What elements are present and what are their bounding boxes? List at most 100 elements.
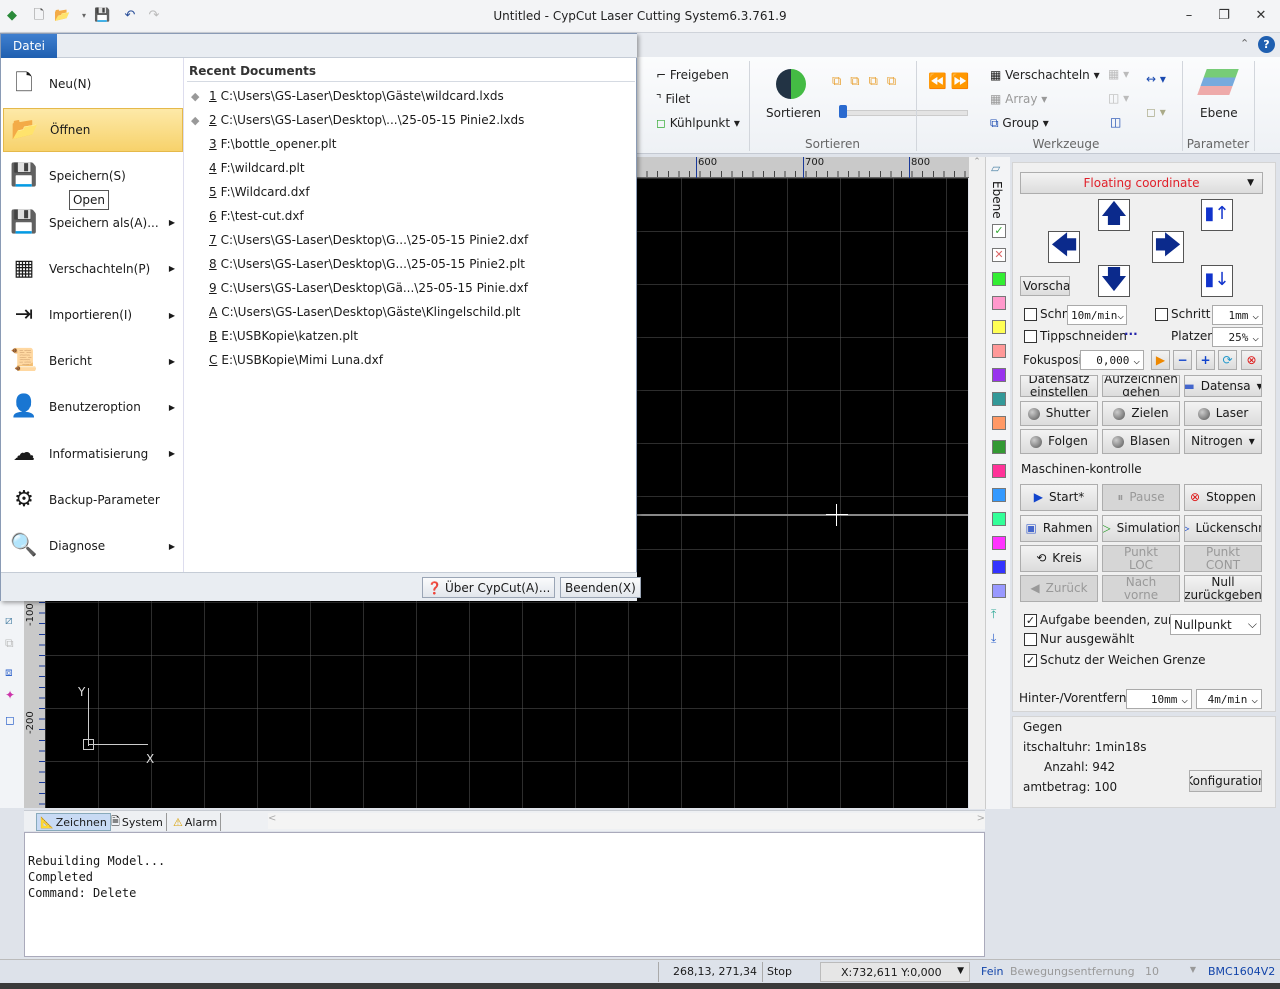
file-menu-item[interactable]: ⇥ Importieren(I) ▶ <box>3 293 183 337</box>
layer-color-swatch[interactable] <box>992 440 1006 454</box>
nach-vorne-button[interactable]: Nach vorne <box>1102 575 1180 602</box>
zurueck-button[interactable]: ◀ Zurück <box>1020 575 1098 602</box>
minimize-button[interactable]: – <box>1179 8 1199 23</box>
sortieren-button[interactable]: Sortieren <box>766 106 821 120</box>
recent-document[interactable]: 4 F:\wildcard.plt <box>191 156 305 180</box>
tool-icon[interactable]: ⧈ <box>5 665 13 680</box>
datei-tab[interactable]: Datei <box>1 34 57 58</box>
layer-up-icon[interactable]: ⤒ <box>991 607 996 622</box>
slider-thumb[interactable] <box>839 105 847 118</box>
minus-icon[interactable]: − <box>1173 350 1192 370</box>
layer-color-swatch[interactable] <box>992 296 1006 310</box>
about-button[interactable]: ❓ Über CypCut(A)... <box>422 577 556 598</box>
recent-document[interactable]: 8 C:\Users\GS-Laser\Desktop\G...\25-05-15… <box>191 252 525 276</box>
recent-document[interactable]: 3 F:\bottle_opener.plt <box>191 132 336 156</box>
filet-button[interactable]: ⌝ Filet <box>656 92 690 106</box>
schn-select[interactable]: 10m/min ⌵ <box>1067 305 1127 325</box>
layer-down-icon[interactable]: ⤓ <box>991 631 996 646</box>
schutz-checkbox[interactable]: ✓ <box>1024 654 1037 667</box>
schn-checkbox[interactable] <box>1024 308 1037 321</box>
kuehlpunkt-button[interactable]: ◻ Kühlpunkt ▾ <box>656 116 740 130</box>
rahmen-button[interactable]: ▣ Rahmen <box>1020 515 1098 542</box>
recent-document[interactable]: B E:\USBKopie\katzen.plt <box>191 324 358 348</box>
file-menu-item[interactable]: 📂 Öffnen <box>3 108 183 153</box>
plus-icon[interactable]: + <box>1196 350 1215 370</box>
tool-icon[interactable]: ⧄ <box>5 613 13 628</box>
layer-color-swatch[interactable] <box>992 416 1006 430</box>
verschachteln-button[interactable]: ▦ Verschachteln ▾ <box>990 68 1100 82</box>
nur-ausgewaehlt-checkbox[interactable] <box>1024 633 1037 646</box>
pin-icon[interactable]: ◆ <box>191 90 209 103</box>
frame-icon[interactable]: ◻ ▾ <box>1146 105 1166 119</box>
bewegung-select[interactable]: 10 ▼ <box>1142 962 1202 982</box>
ebene-button[interactable]: Ebene <box>1200 106 1238 120</box>
hinter-distance-select[interactable]: 10mm ⌵ <box>1126 689 1192 709</box>
layer-color-swatch[interactable] <box>992 560 1006 574</box>
lueckenschnitt-button[interactable]: ▷Lückenschn <box>1184 515 1262 542</box>
recent-document[interactable]: ◆ 1 C:\Users\GS-Laser\Desktop\Gäste\wildca… <box>191 84 504 108</box>
fokus-select[interactable]: 0,000 ⌵ <box>1080 350 1144 370</box>
tab-zeichnen[interactable]: 📐 Zeichnen <box>36 813 111 831</box>
close-button[interactable]: ✕ <box>1251 8 1271 23</box>
start-button[interactable]: ▶ Start* <box>1020 484 1098 511</box>
punkt-loc-button[interactable]: Punkt LOC <box>1102 545 1180 572</box>
exit-button[interactable]: Beenden(X) <box>560 577 641 598</box>
recent-document[interactable]: 9 C:\Users\GS-Laser\Desktop\Gä...\25-05-1… <box>191 276 528 300</box>
stoppen-button[interactable]: ⊗ Stoppen <box>1184 484 1262 511</box>
close-circle-icon[interactable]: ⊗ <box>1241 350 1262 370</box>
play-focus-icon[interactable]: ▶ <box>1151 350 1170 370</box>
aufgabe-select[interactable]: Nullpunkt ⌵ <box>1170 614 1261 635</box>
file-menu-item[interactable]: ⚙ Backup-Parameter <box>3 478 183 522</box>
pin-icon[interactable]: ◆ <box>191 114 209 127</box>
measure-icon[interactable]: ↔ ▾ <box>1146 72 1166 86</box>
schritt-select[interactable]: 1mm ⌵ <box>1212 305 1263 325</box>
layer-color-swatch[interactable] <box>992 536 1006 550</box>
datensatz-select[interactable]: ▬Datensa▾ <box>1184 375 1262 397</box>
aufgabe-checkbox[interactable]: ✓ <box>1024 614 1037 627</box>
nitrogen-select[interactable]: Nitrogen ▾ <box>1184 429 1262 454</box>
group-button[interactable]: ⧉ Group ▾ <box>990 116 1049 131</box>
refresh-icon[interactable]: ⟳ <box>1218 350 1237 370</box>
tab-system[interactable]: 🗎 System <box>108 813 167 831</box>
recent-document[interactable]: A C:\Users\GS-Laser\Desktop\Gäste\Klingel… <box>191 300 520 324</box>
move-up-button[interactable]: 🡅 <box>1098 199 1130 231</box>
layer-color-swatch[interactable] <box>992 320 1006 334</box>
help-icon[interactable]: ? <box>1258 36 1275 53</box>
recent-document[interactable]: 6 F:\test-cut.dxf <box>191 204 304 228</box>
platzen-select[interactable]: 25% ⌵ <box>1212 327 1263 347</box>
layer-color-swatch[interactable] <box>992 344 1006 358</box>
laser-button[interactable]: Laser <box>1184 401 1262 426</box>
recent-document[interactable]: 7 C:\Users\GS-Laser\Desktop\G...\25-05-15… <box>191 228 528 252</box>
file-menu-item[interactable]: 🔍 Diagnose ▶ <box>3 524 183 568</box>
tool-icon[interactable]: ◫ <box>1110 115 1121 129</box>
zielen-button[interactable]: Zielen <box>1102 401 1180 426</box>
null-zurueckgeben-button[interactable]: Null zurückgeben <box>1184 575 1262 602</box>
hinter-speed-select[interactable]: 4m/min ⌵ <box>1196 689 1262 709</box>
cross-icon[interactable]: ✕ <box>992 248 1006 262</box>
tippschneiden-checkbox[interactable] <box>1024 330 1037 343</box>
layer-color-swatch[interactable] <box>992 368 1006 382</box>
folgen-button[interactable]: Folgen <box>1020 429 1098 454</box>
tool-icon[interactable]: ◫ ▾ <box>1108 91 1129 105</box>
magic-wand-icon[interactable]: ✦ <box>5 688 15 702</box>
head-up-button[interactable]: ▮↑ <box>1201 199 1233 231</box>
vertical-scrollbar[interactable]: ⌃ <box>969 157 985 809</box>
position-select[interactable]: X:732,611 Y:0,000 ▼ <box>820 962 970 982</box>
move-down-button[interactable]: 🡇 <box>1098 265 1130 297</box>
file-menu-item[interactable]: ▦ Verschachteln(P) ▶ <box>3 247 183 291</box>
layer-color-swatch[interactable] <box>992 512 1006 526</box>
recent-document[interactable]: ◆ 2 C:\Users\GS-Laser\Desktop\...\25-05-15… <box>191 108 524 132</box>
recent-document[interactable]: 5 F:\Wildcard.dxf <box>191 180 310 204</box>
collapse-ribbon-icon[interactable]: ⌃ <box>1240 37 1249 50</box>
layer-color-swatch[interactable] <box>992 464 1006 478</box>
layer-color-swatch[interactable] <box>992 392 1006 406</box>
file-menu-item[interactable]: 📜 Bericht ▶ <box>3 339 183 383</box>
array-button[interactable]: ▦ Array ▾ <box>990 92 1047 106</box>
tool-icon[interactable]: ⧉ <box>5 636 14 651</box>
vorschau-button[interactable]: Vorschau <box>1020 276 1070 296</box>
sort-prev-next-icons[interactable]: ⏪⏩ <box>928 72 973 90</box>
more-button[interactable]: ··· <box>1124 327 1138 341</box>
datensatz-einstellen-button[interactable]: Datensatz einstellen <box>1020 375 1098 397</box>
punkt-cont-button[interactable]: Punkt CONT <box>1184 545 1262 572</box>
layer-color-swatch[interactable] <box>992 584 1006 598</box>
